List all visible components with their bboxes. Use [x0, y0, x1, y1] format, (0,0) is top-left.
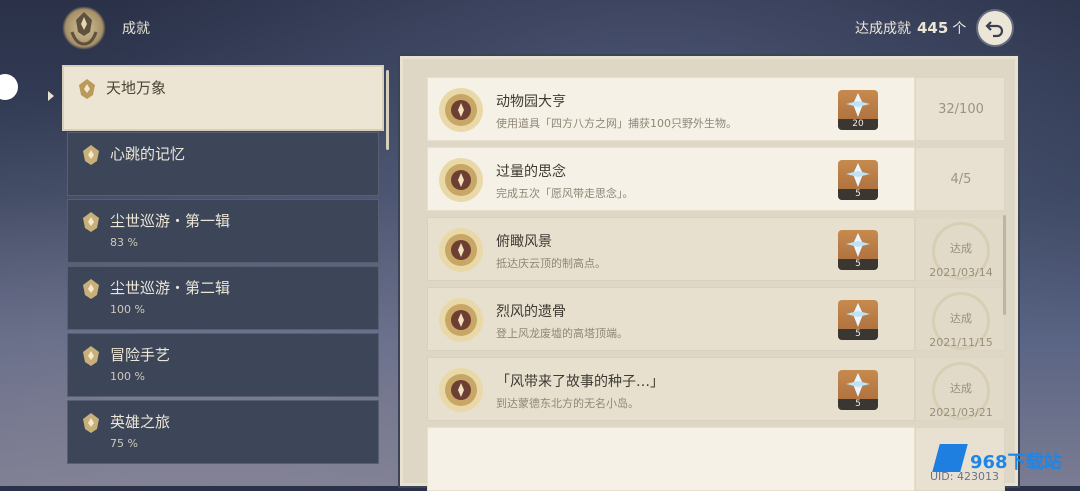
category-item[interactable]: 天地万象	[62, 65, 384, 131]
achievement-panel: 动物园大亨 使用道具「四方八方之网」捕获100只野外生物。 20 32/100 …	[400, 56, 1018, 491]
achievement-medal-icon	[439, 158, 483, 202]
achievement-title: 烈风的遗骨	[496, 304, 566, 320]
achievement-card	[427, 427, 915, 491]
achievement-card: 「风带来了故事的种子…」 到达蒙德东北方的无名小岛。 5	[427, 357, 915, 421]
achievement-description: 登上风龙废墟的高塔顶端。	[496, 327, 628, 340]
achievement-status: 4/5	[915, 147, 1005, 211]
reward-amount: 5	[838, 189, 878, 200]
category-percent: 75 %	[110, 437, 138, 450]
achievement-count-label: 达成成就	[855, 21, 911, 37]
reward-amount: 5	[838, 259, 878, 270]
achievement-card: 动物园大亨 使用道具「四方八方之网」捕获100只野外生物。 20	[427, 77, 915, 141]
category-percent: 100 %	[110, 370, 145, 383]
achievement-row-partial[interactable]	[427, 427, 1005, 491]
achievement-title: 过量的思念	[496, 164, 566, 180]
achievement-status: 达成 2021/11/15	[915, 287, 1005, 351]
category-item[interactable]: 英雄之旅 75 %	[67, 400, 379, 464]
completed-date: 2021/11/15	[929, 336, 993, 349]
category-sidebar: 天地万象 心跳的记忆 尘世巡游・第一辑 83 % 尘世巡游・第二辑 100 % …	[62, 62, 386, 486]
completed-label: 达成	[950, 242, 972, 255]
achievement-progress: 4/5	[950, 172, 972, 187]
primogem-reward: 5	[838, 230, 878, 270]
watermark-logo-icon	[932, 444, 968, 472]
category-badge-icon	[83, 346, 99, 366]
primogem-reward: 5	[838, 300, 878, 340]
achievement-title: 俯瞰风景	[496, 234, 552, 250]
category-badge-icon	[83, 413, 99, 433]
reward-amount: 5	[838, 399, 878, 410]
achievement-status: 32/100	[915, 77, 1005, 141]
completed-label: 达成	[950, 312, 972, 325]
achievement-row[interactable]: 动物园大亨 使用道具「四方八方之网」捕获100只野外生物。 20 32/100	[427, 77, 1005, 141]
primogem-icon	[846, 303, 870, 327]
achievement-row[interactable]: 烈风的遗骨 登上风龙废墟的高塔顶端。 5 达成 2021/11/15	[427, 287, 1005, 351]
category-percent: 100 %	[110, 303, 145, 316]
category-label: 英雄之旅	[110, 413, 171, 431]
achievement-status: 达成 2021/03/14	[915, 217, 1005, 281]
primogem-icon	[846, 163, 870, 187]
category-item[interactable]: 尘世巡游・第二辑 100 %	[67, 266, 379, 330]
primogem-reward: 5	[838, 160, 878, 200]
category-label: 尘世巡游・第二辑	[110, 279, 231, 297]
completed-date: 2021/03/21	[929, 406, 993, 419]
achievement-row[interactable]: 过量的思念 完成五次「愿风带走思念」。 5 4/5	[427, 147, 1005, 211]
page-title: 成就	[122, 21, 150, 37]
achievement-count: 达成成就 445 个	[855, 18, 966, 38]
achievement-emblem-icon	[62, 6, 106, 50]
primogem-icon	[846, 233, 870, 257]
list-scrollbar[interactable]	[1003, 215, 1006, 315]
primogem-icon	[846, 93, 870, 117]
category-item[interactable]: 心跳的记忆	[67, 132, 379, 196]
reward-amount: 5	[838, 329, 878, 340]
primogem-reward: 5	[838, 370, 878, 410]
achievement-medal-icon	[439, 88, 483, 132]
back-button[interactable]	[978, 11, 1012, 45]
achievement-count-value: 445	[917, 19, 949, 37]
achievement-title: 动物园大亨	[496, 94, 566, 110]
category-badge-icon	[83, 145, 99, 165]
player-uid: UID: 423013	[930, 470, 999, 483]
category-item[interactable]: 尘世巡游・第一辑 83 %	[67, 199, 379, 263]
achievement-medal-icon	[439, 228, 483, 272]
category-label: 冒险手艺	[110, 346, 171, 364]
achievement-card: 过量的思念 完成五次「愿风带走思念」。 5	[427, 147, 915, 211]
category-label: 天地万象	[106, 79, 167, 97]
completed-label: 达成	[950, 382, 972, 395]
category-badge-icon	[79, 79, 95, 99]
achievement-description: 抵达庆云顶的制高点。	[496, 257, 606, 270]
achievement-count-unit: 个	[952, 21, 967, 37]
reward-amount: 20	[838, 119, 878, 130]
achievement-row[interactable]: 「风带来了故事的种子…」 到达蒙德东北方的无名小岛。 5 达成 2021/03/…	[427, 357, 1005, 421]
achievement-row[interactable]: 俯瞰风景 抵达庆云顶的制高点。 5 达成 2021/03/14	[427, 217, 1005, 281]
achievement-description: 到达蒙德东北方的无名小岛。	[496, 397, 639, 410]
achievement-medal-icon	[439, 368, 483, 412]
achievement-progress: 32/100	[938, 102, 984, 117]
sidebar-scrollbar[interactable]	[386, 70, 389, 150]
achievement-title: 「风带来了故事的种子…」	[496, 374, 664, 390]
achievement-description: 使用道具「四方八方之网」捕获100只野外生物。	[496, 117, 737, 130]
category-item[interactable]: 冒险手艺 100 %	[67, 333, 379, 397]
primogem-icon	[846, 373, 870, 397]
category-label: 心跳的记忆	[110, 145, 186, 163]
category-percent: 83 %	[110, 236, 138, 249]
category-badge-icon	[83, 279, 99, 299]
achievement-description: 完成五次「愿风带走思念」。	[496, 187, 634, 200]
category-label: 尘世巡游・第一辑	[110, 212, 231, 230]
achievement-status: 达成 2021/03/21	[915, 357, 1005, 421]
achievement-card: 俯瞰风景 抵达庆云顶的制高点。 5	[427, 217, 915, 281]
achievement-card: 烈风的遗骨 登上风龙废墟的高塔顶端。 5	[427, 287, 915, 351]
primogem-reward: 20	[838, 90, 878, 130]
completed-date: 2021/03/14	[929, 266, 993, 279]
selected-category-arrow-icon	[48, 91, 54, 101]
back-arrow-icon	[985, 21, 1004, 38]
achievement-medal-icon	[439, 298, 483, 342]
category-badge-icon	[83, 212, 99, 232]
achievement-list: 动物园大亨 使用道具「四方八方之网」捕获100只野外生物。 20 32/100 …	[415, 71, 1009, 491]
